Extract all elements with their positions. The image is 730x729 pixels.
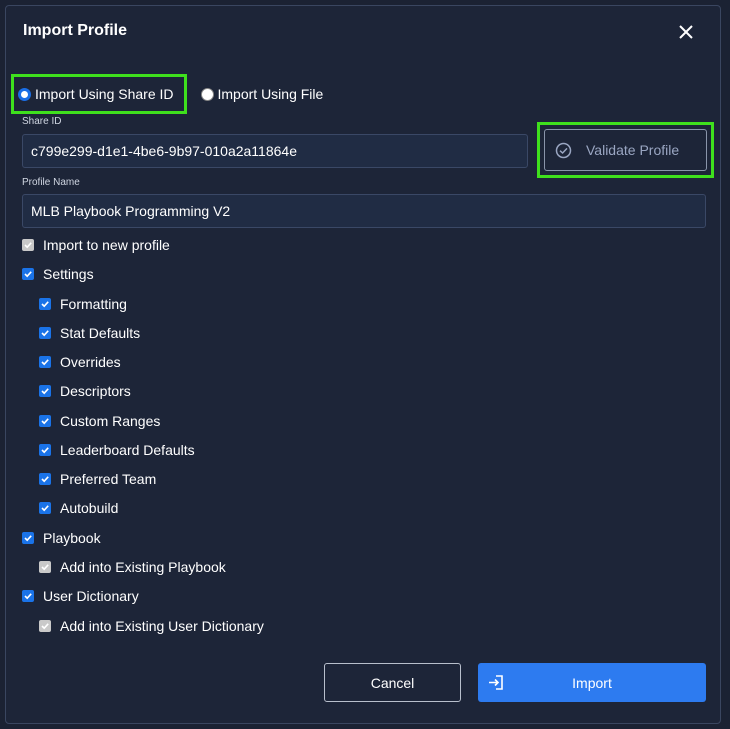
share-id-value: c799e299-d1e1-4be6-9b97-010a2a11864e [31,143,297,159]
checkbox-label: User Dictionary [43,588,139,604]
checkbox-checked-icon [39,298,51,310]
checkbox-label: Add into Existing User Dictionary [60,618,264,634]
close-icon[interactable] [674,20,698,44]
checkbox-checked-icon [39,385,51,397]
checkbox-disabled-icon [22,239,34,251]
checkbox-add-existing-dictionary[interactable]: Add into Existing User Dictionary [39,618,264,634]
checkbox-label: Playbook [43,530,101,546]
radio-label-file: Import Using File [217,86,324,102]
checkbox-settings[interactable]: Settings [22,266,94,282]
radio-import-file[interactable]: Import Using File [200,86,324,102]
checkbox-checked-icon [39,444,51,456]
checkbox-checked-icon [22,268,34,280]
checkbox-label: Stat Defaults [60,325,141,341]
checkbox-disabled-icon [39,620,51,632]
check-circle-icon [555,142,572,159]
radio-unselected-icon [200,87,214,101]
profile-name-input[interactable]: MLB Playbook Programming V2 [22,194,706,228]
checkbox-add-existing-playbook[interactable]: Add into Existing Playbook [39,559,226,575]
radio-label-share-id: Import Using Share ID [35,86,174,102]
checkbox-checked-icon [39,415,51,427]
checkbox-custom-ranges[interactable]: Custom Ranges [39,413,160,429]
checkbox-checked-icon [22,590,34,602]
profile-name-label: Profile Name [22,177,80,188]
checkbox-checked-icon [39,327,51,339]
checkbox-label: Leaderboard Defaults [60,442,195,458]
checkbox-leaderboard-defaults[interactable]: Leaderboard Defaults [39,442,195,458]
checkbox-formatting[interactable]: Formatting [39,296,127,312]
validate-highlight: Validate Profile [537,122,714,178]
checkbox-autobuild[interactable]: Autobuild [39,500,118,516]
checkbox-label: Overrides [60,354,121,370]
checkbox-label: Autobuild [60,500,119,516]
checkbox-label: Import to new profile [43,237,170,253]
cancel-label: Cancel [370,674,415,691]
checkbox-disabled-icon [39,561,51,573]
checkbox-label: Add into Existing Playbook [60,559,226,575]
checkbox-user-dictionary[interactable]: User Dictionary [22,588,139,604]
import-icon [488,675,504,690]
checkbox-checked-icon [39,502,51,514]
validate-profile-button[interactable]: Validate Profile [544,129,707,171]
checkbox-checked-icon [39,356,51,368]
validate-label: Validate Profile [586,142,680,158]
import-profile-dialog: Import Profile Import Using Share ID Imp… [5,5,721,724]
cancel-button[interactable]: Cancel [324,663,461,702]
dialog-title: Import Profile [23,22,128,39]
checkbox-label: Custom Ranges [60,413,161,429]
checkbox-playbook[interactable]: Playbook [22,530,101,546]
checkbox-label: Preferred Team [60,471,157,487]
share-id-input[interactable]: c799e299-d1e1-4be6-9b97-010a2a11864e [22,134,528,168]
checkbox-overrides[interactable]: Overrides [39,354,121,370]
profile-name-value: MLB Playbook Programming V2 [31,203,231,219]
checkbox-descriptors[interactable]: Descriptors [39,383,131,399]
checkbox-label: Descriptors [60,383,131,399]
import-button[interactable]: Import [478,663,706,702]
checkbox-label: Formatting [60,296,127,312]
checkbox-checked-icon [39,473,51,485]
import-label: Import [572,674,612,691]
checkbox-label: Settings [43,266,94,282]
radio-import-share-id[interactable]: Import Using Share ID [11,74,187,114]
checkbox-checked-icon [22,532,34,544]
share-id-label: Share ID [22,116,62,127]
checkbox-import-new-profile[interactable]: Import to new profile [22,237,170,253]
checkbox-preferred-team[interactable]: Preferred Team [39,471,156,487]
radio-selected-icon [18,87,31,101]
import-mode-group: Import Using Share ID Import Using File [11,71,323,117]
checkbox-stat-defaults[interactable]: Stat Defaults [39,325,140,341]
